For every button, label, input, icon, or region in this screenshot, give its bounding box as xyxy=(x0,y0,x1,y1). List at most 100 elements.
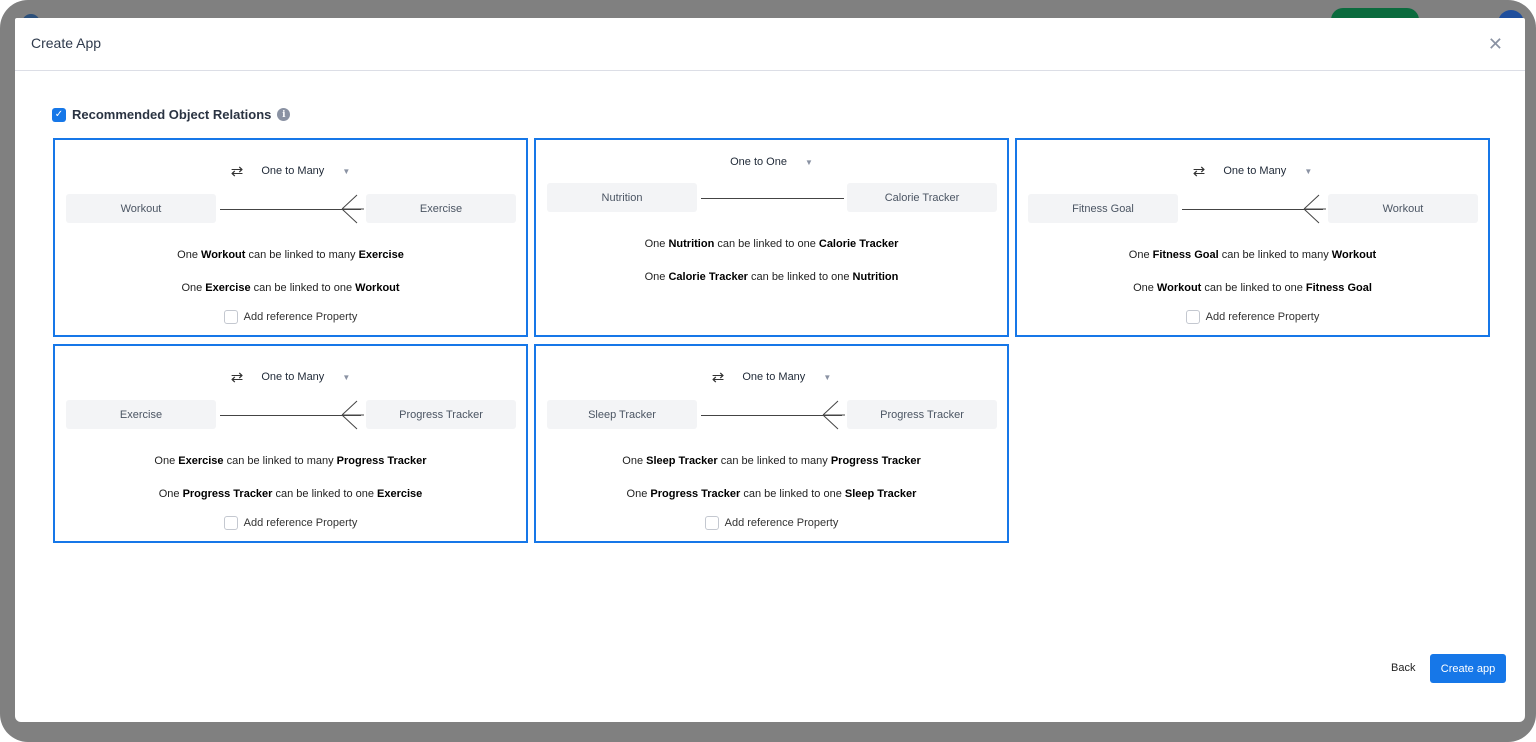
entity-name: Fitness Goal xyxy=(1305,282,1372,294)
chevron-down-icon: ▼ xyxy=(342,166,351,176)
relation-text: can be linked to one xyxy=(1201,282,1306,294)
crows-foot-icon xyxy=(1303,194,1326,224)
source-object: Workout xyxy=(66,194,216,223)
close-icon[interactable]: ✕ xyxy=(1488,34,1503,55)
inverse-description: One Progress Tracker can be linked to on… xyxy=(55,488,526,500)
entity-name: Sleep Tracker xyxy=(646,455,718,467)
relation-type-dropdown[interactable]: ⇄ One to Many ▼ xyxy=(536,368,1007,386)
relation-card: ⇄ One to Many ▼ Sleep Tracker Progress T… xyxy=(534,344,1009,543)
relation-description: One Workout can be linked to many Exerci… xyxy=(55,249,526,261)
relation-text: One xyxy=(1128,249,1153,261)
chevron-down-icon: ▼ xyxy=(342,372,351,382)
relation-text: One xyxy=(626,488,651,500)
info-icon[interactable]: i xyxy=(277,108,291,121)
relation-text: One xyxy=(622,455,647,467)
checkbox[interactable] xyxy=(223,310,238,324)
swap-icon[interactable]: ⇄ xyxy=(1193,162,1206,180)
relation-text: One xyxy=(644,271,669,283)
relation-type: One to Many xyxy=(261,371,325,383)
target-object: Exercise xyxy=(366,194,516,223)
entity-name: Progress Tracker xyxy=(182,488,273,500)
source-object: Nutrition xyxy=(547,183,697,212)
entity-name: Exercise xyxy=(205,282,251,294)
entity-name: Progress Tracker xyxy=(830,455,921,467)
inverse-description: One Exercise can be linked to one Workou… xyxy=(55,282,526,294)
relation-description: One Nutrition can be linked to one Calor… xyxy=(536,238,1007,250)
checkbox-label: Add reference Property xyxy=(243,517,358,529)
source-object: Exercise xyxy=(66,400,216,429)
swap-icon[interactable]: ⇄ xyxy=(231,368,244,386)
chevron-down-icon: ▼ xyxy=(823,372,832,382)
checkbox-label: Add reference Property xyxy=(1205,311,1320,323)
relation-description: One Sleep Tracker can be linked to many … xyxy=(536,455,1007,467)
relation-card: ⇄ One to Many ▼ Fitness Goal Workout One… xyxy=(1015,138,1490,337)
add-reference-property[interactable]: Add reference Property xyxy=(1017,310,1488,324)
relation-type: One to Many xyxy=(1223,165,1287,177)
recommended-relations-toggle[interactable]: ✓ Recommended Object Relations i xyxy=(52,107,291,122)
target-object: Calorie Tracker xyxy=(847,183,997,212)
crows-foot-icon xyxy=(341,400,364,430)
add-reference-property[interactable]: Add reference Property xyxy=(55,310,526,324)
back-button[interactable]: Back xyxy=(1391,662,1415,674)
entity-name: Workout xyxy=(1156,282,1202,294)
entity-name: Sleep Tracker xyxy=(844,488,917,500)
entity-name: Exercise xyxy=(178,455,224,467)
entity-name: Exercise xyxy=(377,488,423,500)
inverse-description: One Workout can be linked to one Fitness… xyxy=(1017,282,1488,294)
create-app-button[interactable]: Create app xyxy=(1430,654,1506,683)
relation-text: One xyxy=(158,488,183,500)
swap-icon[interactable]: ⇄ xyxy=(231,162,244,180)
inverse-description: One Calorie Tracker can be linked to one… xyxy=(536,271,1007,283)
relation-card: One to One ▼ Nutrition Calorie Tracker O… xyxy=(534,138,1009,337)
entity-name: Nutrition xyxy=(668,238,715,250)
entity-name: Fitness Goal xyxy=(1152,249,1219,261)
modal-title: Create App xyxy=(31,35,102,51)
relation-type: One to One xyxy=(730,156,787,168)
checkbox-label: Add reference Property xyxy=(243,311,358,323)
entity-name: Calorie Tracker xyxy=(668,271,748,283)
source-object: Sleep Tracker xyxy=(547,400,697,429)
relation-type-dropdown[interactable]: One to One ▼ xyxy=(536,156,1007,168)
source-object: Fitness Goal xyxy=(1028,194,1178,223)
relation-description: One Fitness Goal can be linked to many W… xyxy=(1017,249,1488,261)
entity-name: Calorie Tracker xyxy=(818,238,899,250)
crows-foot-icon xyxy=(822,400,845,430)
relation-text: One xyxy=(154,455,179,467)
relation-line xyxy=(701,198,844,199)
entity-name: Workout xyxy=(1331,249,1377,261)
section-label: Recommended Object Relations xyxy=(72,107,272,122)
relation-card: ⇄ One to Many ▼ Exercise Progress Tracke… xyxy=(53,344,528,543)
entity-name: Progress Tracker xyxy=(336,455,427,467)
add-reference-property[interactable]: Add reference Property xyxy=(536,516,1007,530)
relation-type-dropdown[interactable]: ⇄ One to Many ▼ xyxy=(55,368,526,386)
relation-text: can be linked to many xyxy=(717,455,831,467)
entity-name: Workout xyxy=(355,282,400,294)
relation-type-dropdown[interactable]: ⇄ One to Many ▼ xyxy=(55,162,526,180)
add-reference-property[interactable]: Add reference Property xyxy=(55,516,526,530)
relation-text: can be linked to many xyxy=(1218,249,1332,261)
checkbox-checked[interactable]: ✓ xyxy=(52,107,66,122)
target-object: Progress Tracker xyxy=(366,400,516,429)
relation-card: ⇄ One to Many ▼ Workout Exercise One Wor… xyxy=(53,138,528,337)
relation-text: can be linked to one xyxy=(250,282,356,294)
checkbox[interactable] xyxy=(704,516,719,530)
entity-name: Nutrition xyxy=(852,271,899,283)
relation-description: One Exercise can be linked to many Progr… xyxy=(55,455,526,467)
relation-text: can be linked to one xyxy=(272,488,378,500)
relation-type-dropdown[interactable]: ⇄ One to Many ▼ xyxy=(1017,162,1488,180)
relation-text: can be linked to one xyxy=(714,238,819,250)
target-object: Progress Tracker xyxy=(847,400,997,429)
checkbox[interactable] xyxy=(223,516,238,530)
checkbox[interactable] xyxy=(1185,310,1200,324)
entity-name: Exercise xyxy=(358,249,404,261)
swap-icon[interactable]: ⇄ xyxy=(712,368,725,386)
entity-name: Progress Tracker xyxy=(650,488,741,500)
relation-text: can be linked to one xyxy=(747,271,853,283)
create-app-modal: Create App ✕ ✓ Recommended Object Relati… xyxy=(15,18,1525,722)
modal-header: Create App ✕ xyxy=(15,18,1525,71)
chevron-down-icon: ▼ xyxy=(804,157,813,167)
relation-text: One xyxy=(1133,282,1157,294)
chevron-down-icon: ▼ xyxy=(1304,166,1313,176)
relation-text: One xyxy=(181,282,206,294)
relation-type: One to Many xyxy=(261,165,325,177)
